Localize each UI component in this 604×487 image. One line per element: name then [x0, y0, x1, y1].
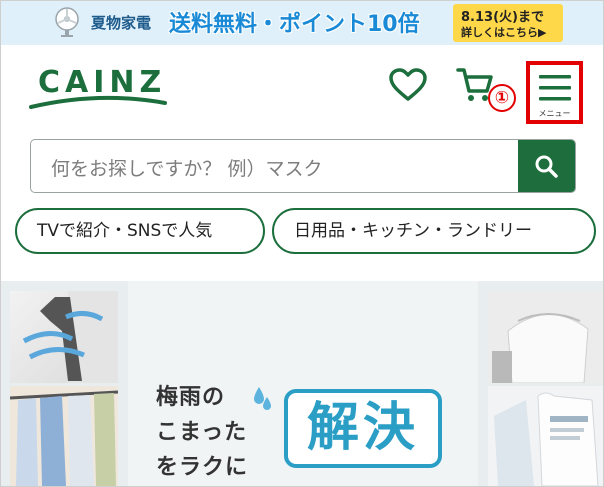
hero-text-line-3: をラクに — [156, 455, 249, 480]
fan-icon — [55, 7, 79, 37]
menu-label: メニュー — [538, 109, 571, 118]
page-frame: 夏物家電 送料無料・ポイント10倍 8.13(火)まで 詳しくはこちら▶ CAI… — [0, 0, 604, 487]
refill-pack-image — [488, 386, 603, 486]
search-button[interactable] — [518, 140, 575, 192]
step-number-marker: ① — [488, 84, 516, 112]
logo-swoosh-icon — [29, 95, 167, 109]
banner-date-badge[interactable]: 8.13(火)まで 詳しくはこちら▶ — [453, 4, 563, 42]
product-thumbnail-hanger[interactable] — [10, 291, 118, 383]
hero-highlight-badge: 解決 — [284, 389, 442, 468]
hero-text-line-1: 梅雨の — [156, 385, 226, 410]
trash-bag-image — [488, 291, 603, 383]
hamburger-menu-icon — [539, 75, 571, 101]
search-icon — [535, 155, 558, 178]
raindrop-icon — [254, 387, 271, 410]
product-thumbnail-laundry[interactable] — [10, 386, 118, 486]
favorite-heart-icon[interactable] — [388, 67, 428, 103]
promo-banner[interactable]: 夏物家電 送料無料・ポイント10倍 8.13(火)まで 詳しくはこちら▶ — [1, 1, 603, 45]
category-chip-daily-goods[interactable]: 日用品・キッチン・ランドリー — [272, 208, 596, 254]
product-thumbnail-trash-bag[interactable] — [488, 291, 603, 383]
banner-headline: 送料無料・ポイント10倍 — [169, 12, 420, 37]
laundry-image — [10, 386, 118, 486]
banner-more-link[interactable]: 詳しくはこちら▶ — [461, 24, 546, 40]
banner-category-text: 夏物家電 — [91, 14, 152, 32]
product-thumbnail-refill-pack[interactable] — [488, 386, 603, 486]
menu-button[interactable]: メニュー — [526, 61, 583, 124]
banner-date: 8.13(火)まで — [461, 10, 544, 25]
hero-carousel[interactable]: 梅雨の こまった をラクに 解決 — [1, 281, 603, 486]
hero-main-slide[interactable]: 梅雨の こまった をラクに 解決 — [128, 281, 478, 486]
search-bar[interactable]: 何をお探しですか？ 例）マスク — [30, 139, 576, 193]
hero-text-line-2: こまった — [156, 420, 248, 445]
category-chip-tv-sns[interactable]: TVで紹介・SNSで人気 — [15, 208, 265, 254]
search-input[interactable]: 何をお探しですか？ 例）マスク — [51, 154, 322, 181]
hanger-image — [22, 291, 118, 383]
